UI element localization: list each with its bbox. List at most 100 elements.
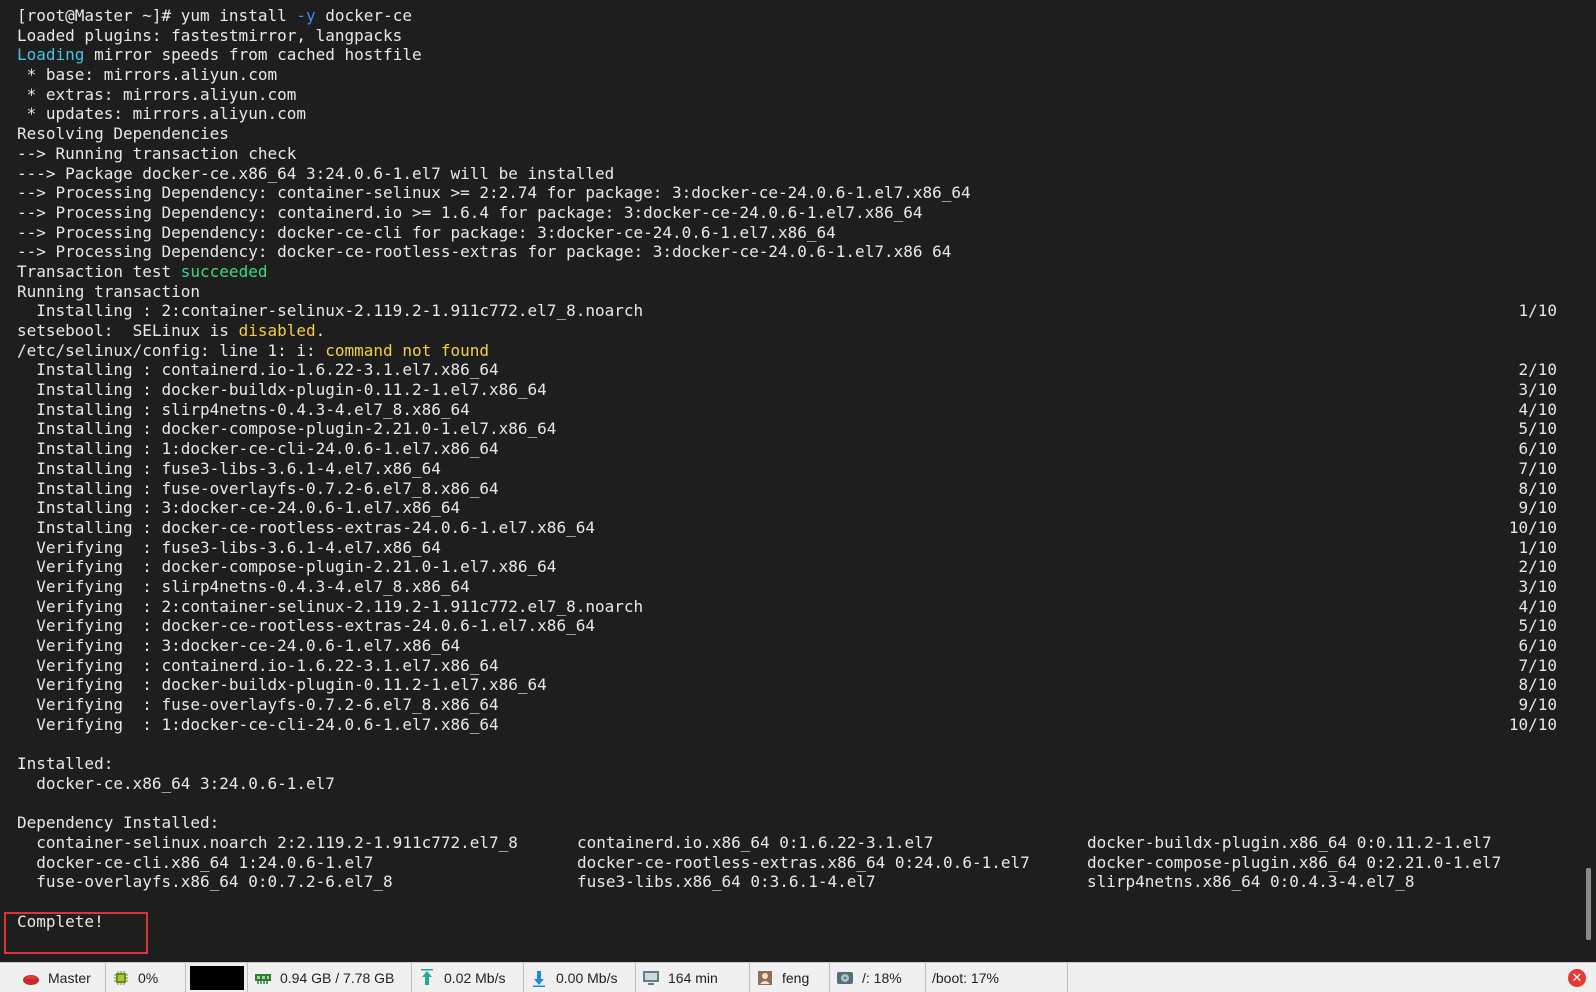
- progress-count: 2/10: [1518, 557, 1557, 577]
- scrollbar-thumb[interactable]: [1586, 868, 1591, 940]
- progress-count: 4/10: [1518, 399, 1557, 419]
- line-text: Loading: [17, 45, 85, 65]
- line-text: [root@Master ~]# yum install: [17, 6, 297, 25]
- progress-count: 9/10: [1518, 695, 1557, 715]
- terminal-line: Installing : docker-ce-rootless-extras-2…: [17, 518, 1557, 538]
- terminal-line: Loading mirror speeds from cached hostfi…: [17, 45, 1557, 65]
- terminal-line: Resolving Dependencies: [17, 124, 1557, 144]
- highlight-box: [4, 912, 148, 954]
- progress-count: 2/10: [1518, 360, 1557, 380]
- terminal-line: --> Processing Dependency: docker-ce-cli…: [17, 223, 1557, 243]
- terminal-line: --> Processing Dependency: container-sel…: [17, 183, 1557, 203]
- status-root-disk[interactable]: /: 18%: [830, 963, 926, 992]
- dependency-column-2: fuse3-libs.x86_64 0:3.6.1-4.el7: [577, 872, 876, 892]
- terminal-line: Verifying : 3:docker-ce-24.0.6-1.el7.x86…: [17, 636, 1557, 656]
- terminal-line: container-selinux.noarch 2:2.119.2-1.911…: [17, 833, 1557, 853]
- terminal-line: [root@Master ~]# yum install -y docker-c…: [17, 6, 1557, 26]
- line-text: /etc/selinux/config: line 1: i:: [17, 340, 326, 360]
- line-text: Verifying : 1:docker-ce-cli-24.0.6-1.el7…: [17, 714, 499, 734]
- line-text: Verifying : fuse-overlayfs-0.7.2-6.el7_8…: [17, 695, 499, 715]
- line-text: Installing : fuse-overlayfs-0.7.2-6.el7_…: [17, 478, 499, 498]
- status-upload[interactable]: 0.02 Mb/s: [412, 963, 524, 992]
- terminal-line: Installing : 1:docker-ce-cli-24.0.6-1.el…: [17, 439, 1557, 459]
- status-cpu[interactable]: 0%: [106, 963, 186, 992]
- terminal-line: Verifying : docker-compose-plugin-2.21.0…: [17, 557, 1557, 577]
- status-memory[interactable]: 0.94 GB / 7.78 GB: [248, 963, 412, 992]
- line-text: --> Processing Dependency: containerd.io…: [17, 202, 923, 222]
- terminal-line: /etc/selinux/config: line 1: i: command …: [17, 341, 1557, 361]
- line-text: ---> Package docker-ce.x86_64 3:24.0.6-1…: [17, 163, 615, 183]
- disk-icon: [836, 969, 854, 987]
- upload-speed: 0.02 Mb/s: [444, 970, 506, 986]
- line-text: Installing : docker-buildx-plugin-0.11.2…: [17, 380, 547, 400]
- close-icon[interactable]: ✕: [1568, 969, 1586, 987]
- line-text: --> Processing Dependency: docker-ce-cli…: [17, 222, 836, 242]
- dependency-column-1: container-selinux.noarch 2:2.119.2-1.911…: [17, 832, 518, 852]
- terminal-line: Installing : fuse3-libs-3.6.1-4.el7.x86_…: [17, 459, 1557, 479]
- terminal-line: --> Processing Dependency: containerd.io…: [17, 203, 1557, 223]
- memory-icon: [254, 969, 272, 987]
- line-text: Installing : 2:container-selinux-2.119.2…: [17, 301, 644, 321]
- terminal-line: Installing : slirp4netns-0.4.3-4.el7_8.x…: [17, 400, 1557, 420]
- dependency-column-3: docker-compose-plugin.x86_64 0:2.21.0-1.…: [1087, 852, 1502, 872]
- terminal-line: * base: mirrors.aliyun.com: [17, 65, 1557, 85]
- terminal-line: Installing : 2:container-selinux-2.119.2…: [17, 301, 1557, 321]
- cpu-icon: [112, 969, 130, 987]
- status-download[interactable]: 0.00 Mb/s: [524, 963, 636, 992]
- status-bar: Master 0% 0.94 GB / 7.78 GB 0.02 Mb/s 0.…: [0, 962, 1596, 992]
- dependency-column-1: docker-ce-cli.x86_64 1:24.0.6-1.el7: [17, 852, 374, 872]
- line-text: --> Processing Dependency: container-sel…: [17, 183, 971, 203]
- status-host[interactable]: Master: [16, 963, 106, 992]
- status-user[interactable]: feng: [750, 963, 830, 992]
- terminal-line: Installing : fuse-overlayfs-0.7.2-6.el7_…: [17, 479, 1557, 499]
- dependency-column-2: containerd.io.x86_64 0:1.6.22-3.1.el7: [577, 832, 934, 852]
- status-boot-disk[interactable]: /boot: 17%: [926, 963, 1068, 992]
- line-text: Running transaction: [17, 281, 201, 301]
- line-text: docker-ce: [315, 6, 412, 25]
- root-disk-usage: /: 18%: [862, 970, 902, 986]
- host-label: Master: [48, 970, 91, 986]
- progress-count: 8/10: [1518, 478, 1557, 498]
- terminal-line: docker-ce.x86_64 3:24.0.6-1.el7: [17, 774, 1557, 794]
- line-text: Verifying : 2:container-selinux-2.119.2-…: [17, 596, 644, 616]
- line-text: Verifying : slirp4netns-0.4.3-4.el7_8.x8…: [17, 576, 470, 596]
- dependency-column-3: slirp4netns.x86_64 0:0.4.3-4.el7_8: [1087, 872, 1415, 892]
- terminal-line: * updates: mirrors.aliyun.com: [17, 104, 1557, 124]
- progress-count: 4/10: [1518, 596, 1557, 616]
- line-text: Verifying : docker-ce-rootless-extras-24…: [17, 616, 595, 636]
- terminal-line: fuse-overlayfs.x86_64 0:0.7.2-6.el7_8 fus…: [17, 872, 1557, 892]
- terminal-line: Verifying : fuse3-libs-3.6.1-4.el7.x86_6…: [17, 538, 1557, 558]
- user-name: feng: [782, 970, 810, 986]
- terminal-line: --> Running transaction check: [17, 144, 1557, 164]
- line-text: docker-ce.x86_64 3:24.0.6-1.el7: [17, 773, 335, 793]
- line-text: -y: [296, 6, 316, 25]
- dependency-column-3: docker-buildx-plugin.x86_64 0:0.11.2-1.e…: [1087, 832, 1492, 852]
- line-text: * base: mirrors.aliyun.com: [17, 65, 278, 85]
- uptime-value: 164 min: [668, 970, 718, 986]
- progress-count: 1/10: [1518, 301, 1557, 321]
- memory-usage: 0.94 GB / 7.78 GB: [280, 970, 395, 986]
- host-icon: [22, 969, 40, 987]
- line-text: Installing : 1:docker-ce-cli-24.0.6-1.el…: [17, 439, 499, 459]
- progress-count: 5/10: [1518, 419, 1557, 439]
- download-speed: 0.00 Mb/s: [556, 970, 618, 986]
- line-text: Transaction test: [17, 261, 181, 281]
- line-text: Installing : fuse3-libs-3.6.1-4.el7.x86_…: [17, 458, 441, 478]
- download-arrow-icon: [530, 969, 548, 987]
- monitor-icon: [642, 969, 660, 987]
- line-text: Installing : containerd.io-1.6.22-3.1.el…: [17, 360, 499, 380]
- terminal-line: ---> Package docker-ce.x86_64 3:24.0.6-1…: [17, 164, 1557, 184]
- line-text: Verifying : docker-compose-plugin-2.21.0…: [17, 557, 557, 577]
- terminal-line: Installed:: [17, 754, 1557, 774]
- terminal-line: Transaction test succeeded: [17, 262, 1557, 282]
- cpu-usage: 0%: [138, 970, 159, 986]
- progress-count: 8/10: [1518, 675, 1557, 695]
- terminal-window[interactable]: [root@Master ~]# yum install -y docker-c…: [0, 0, 1596, 962]
- line-text: Resolving Dependencies: [17, 124, 229, 144]
- line-text: Verifying : fuse3-libs-3.6.1-4.el7.x86_6…: [17, 537, 441, 557]
- line-text: Verifying : containerd.io-1.6.22-3.1.el7…: [17, 655, 499, 675]
- status-uptime[interactable]: 164 min: [636, 963, 750, 992]
- line-text: .: [315, 321, 326, 340]
